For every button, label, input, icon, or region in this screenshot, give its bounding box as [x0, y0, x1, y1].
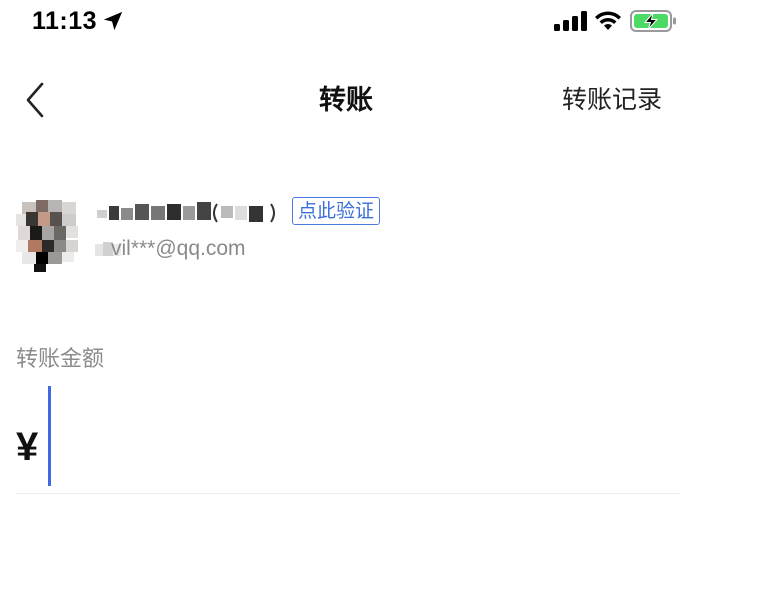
transfer-history-link[interactable]: 转账记录 [562, 82, 662, 118]
verify-badge[interactable]: 点此验证 [292, 197, 381, 225]
location-arrow-icon [103, 11, 123, 31]
amount-label: 转账金额 [16, 346, 105, 371]
wifi-icon [595, 11, 621, 30]
text-cursor [48, 386, 51, 486]
amount-divider [16, 493, 680, 494]
amount-input[interactable] [56, 420, 656, 476]
status-time: 11:13 [32, 7, 98, 35]
back-chevron-icon[interactable] [22, 80, 48, 120]
account-text: vil***@qq.com [111, 237, 246, 260]
battery-charging-icon [630, 10, 676, 32]
avatar [14, 198, 80, 272]
recipient-name [97, 202, 275, 223]
currency-symbol: ¥ [16, 425, 39, 469]
signal-icon [554, 11, 587, 31]
page-title: 转账 [319, 85, 373, 115]
